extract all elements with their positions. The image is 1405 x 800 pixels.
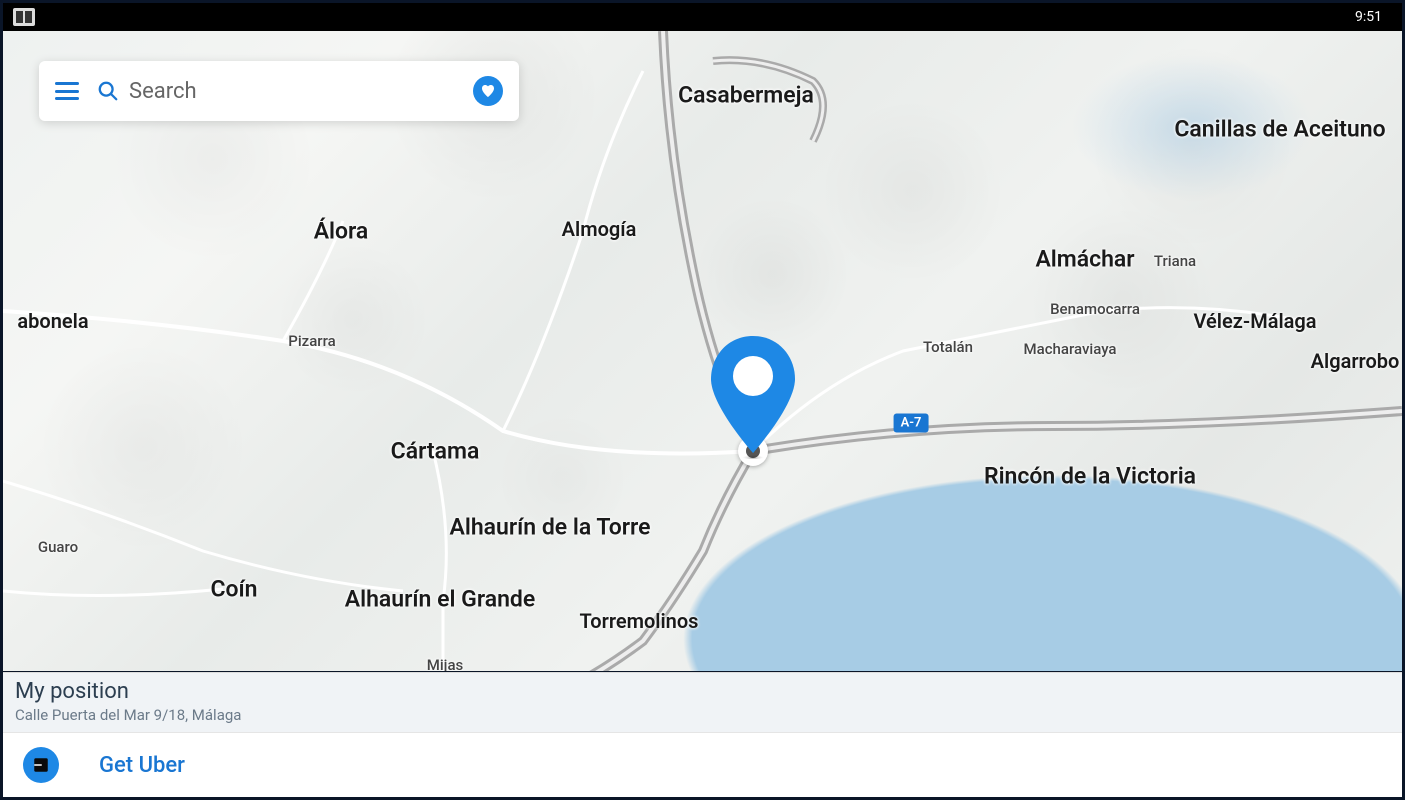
app-logo-icon — [13, 8, 35, 26]
position-address: Calle Puerta del Mar 9/18, Málaga — [15, 706, 1390, 724]
highway-badge: A-7 — [894, 414, 929, 433]
search-input[interactable]: Search — [97, 79, 455, 104]
position-title: My position — [15, 679, 1390, 704]
city-label: Benamocarra — [1050, 300, 1140, 318]
favorites-button[interactable] — [473, 76, 503, 106]
city-label: Vélez-Málaga — [1193, 309, 1316, 333]
city-label: Macharaviaya — [1023, 340, 1116, 358]
city-label: Cártama — [391, 438, 480, 465]
heart-icon — [480, 83, 496, 99]
uber-action[interactable]: Get Uber — [3, 732, 1402, 797]
city-label: Almogía — [562, 217, 637, 241]
city-label: Totalán — [923, 338, 973, 356]
city-label: Mijas — [427, 656, 464, 671]
search-icon — [97, 80, 119, 102]
location-pin-icon[interactable] — [703, 331, 803, 461]
city-label: Rincón de la Victoria — [984, 463, 1196, 490]
city-label: Triana — [1154, 252, 1196, 270]
bottom-panel: My position Calle Puerta del Mar 9/18, M… — [3, 672, 1402, 797]
city-label: Almáchar — [1035, 246, 1134, 273]
city-label: Pizarra — [288, 332, 335, 350]
city-label: Algarrobo — [1311, 349, 1400, 373]
city-label: Torremolinos — [580, 609, 699, 633]
status-bar: 9:51 — [3, 3, 1402, 31]
city-label: Coín — [210, 576, 257, 603]
city-label: Guaro — [38, 538, 78, 556]
city-label: Canillas de Aceituno — [1174, 116, 1385, 143]
position-section[interactable]: My position Calle Puerta del Mar 9/18, M… — [3, 673, 1402, 732]
map-canvas[interactable]: Casabermeja Canillas de Aceituno Álora Almo… — [3, 31, 1402, 671]
city-label: Álora — [314, 218, 369, 245]
search-bar: Search — [39, 61, 519, 121]
menu-icon[interactable] — [55, 82, 79, 100]
uber-icon — [23, 747, 59, 783]
city-label: abonela — [17, 309, 88, 333]
city-label: Casabermeja — [678, 82, 814, 109]
city-label: Alhaurín de la Torre — [450, 514, 651, 541]
city-label: Alhaurín el Grande — [345, 586, 536, 613]
search-placeholder: Search — [129, 79, 197, 104]
status-time: 9:51 — [1355, 9, 1382, 25]
uber-label[interactable]: Get Uber — [99, 753, 185, 778]
